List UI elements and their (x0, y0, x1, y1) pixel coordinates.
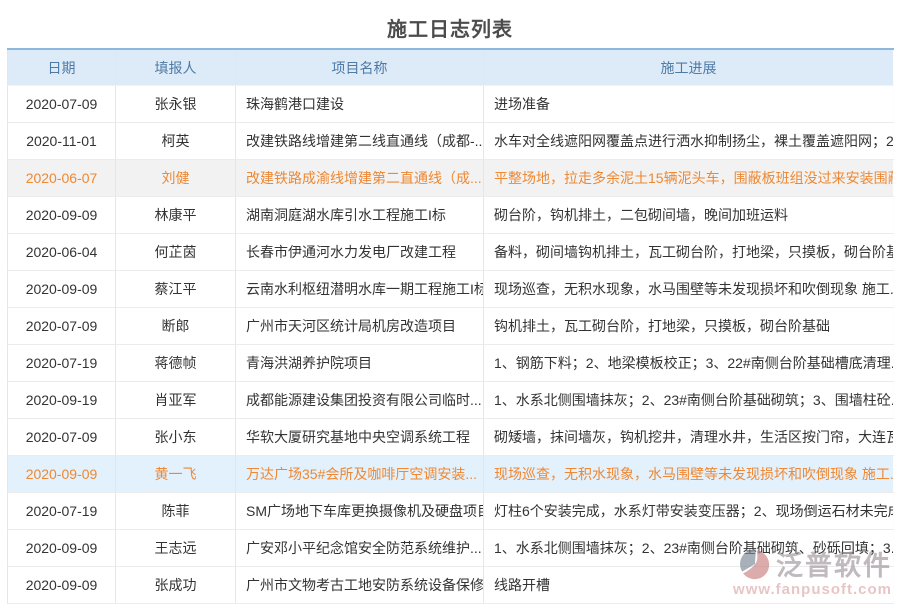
cell-date: 2020-07-19 (8, 493, 116, 530)
cell-project-link[interactable]: 长春市伊通河水力发电厂改建工程 (236, 234, 484, 271)
table-row[interactable]: 2020-06-07刘健改建铁路成渝线增建第二直通线（成...平整场地，拉走多余… (8, 160, 894, 197)
cell-date: 2020-06-04 (8, 234, 116, 271)
col-header-progress: 施工进展 (484, 49, 894, 86)
col-header-date: 日期 (8, 49, 116, 86)
cell-progress: 砌台阶，钩机排土，二包砌间墙，晚间加班运料 (484, 197, 894, 234)
cell-project-link[interactable]: 万达广场35#会所及咖啡厅空调安装... (236, 456, 484, 493)
table-body: 2020-07-09张永银珠海鹤港口建设进场准备2020-11-01柯英改建铁路… (8, 86, 894, 604)
cell-progress: 1、钢筋下料；2、地梁模板校正；3、22#南侧台阶基础槽底清理... (484, 345, 894, 382)
cell-date: 2020-09-09 (8, 567, 116, 604)
table-row[interactable]: 2020-09-09黄一飞万达广场35#会所及咖啡厅空调安装...现场巡查，无积… (8, 456, 894, 493)
cell-project-link[interactable]: 改建铁路线增建第二线直通线（成都-... (236, 123, 484, 160)
table-row[interactable]: 2020-09-19肖亚军成都能源建设集团投资有限公司临时...1、水系北侧围墙… (8, 382, 894, 419)
cell-reporter-link[interactable]: 黄一飞 (116, 456, 236, 493)
col-header-reporter: 填报人 (116, 49, 236, 86)
cell-reporter-link[interactable]: 王志远 (116, 530, 236, 567)
cell-progress: 水车对全线遮阳网覆盖点进行洒水抑制扬尘，裸土覆盖遮阳网；2... (484, 123, 894, 160)
construction-log-table: 日期 填报人 项目名称 施工进展 2020-07-09张永银珠海鹤港口建设进场准… (7, 48, 894, 604)
cell-progress: 现场巡查，无积水现象，水马围壁等未发现损坏和吹倒现象 施工... (484, 271, 894, 308)
cell-date: 2020-07-09 (8, 308, 116, 345)
page-title: 施工日志列表 (0, 0, 900, 47)
cell-reporter-link[interactable]: 张永银 (116, 86, 236, 123)
cell-progress: 线路开槽 (484, 567, 894, 604)
cell-progress: 现场巡查，无积水现象，水马围壁等未发现损坏和吹倒现象 施工... (484, 456, 894, 493)
cell-reporter-link[interactable]: 张小东 (116, 419, 236, 456)
table-row[interactable]: 2020-09-09蔡江平云南水利枢纽潜明水库一期工程施工I标现场巡查，无积水现… (8, 271, 894, 308)
cell-reporter-link[interactable]: 肖亚军 (116, 382, 236, 419)
cell-project-link[interactable]: 珠海鹤港口建设 (236, 86, 484, 123)
cell-project-link[interactable]: 改建铁路成渝线增建第二直通线（成... (236, 160, 484, 197)
cell-progress: 砌矮墙，抹间墙灰，钩机挖井，清理水井，生活区按门帘，大连瓦... (484, 419, 894, 456)
cell-project-link[interactable]: 华软大厦研究基地中央空调系统工程 (236, 419, 484, 456)
col-header-project: 项目名称 (236, 49, 484, 86)
cell-date: 2020-06-07 (8, 160, 116, 197)
table-row[interactable]: 2020-07-09断郎广州市天河区统计局机房改造项目钩机排土，瓦工砌台阶，打地… (8, 308, 894, 345)
cell-reporter-link[interactable]: 陈菲 (116, 493, 236, 530)
cell-project-link[interactable]: 青海洪湖养护院项目 (236, 345, 484, 382)
table-row[interactable]: 2020-07-09张小东华软大厦研究基地中央空调系统工程砌矮墙，抹间墙灰，钩机… (8, 419, 894, 456)
cell-date: 2020-07-09 (8, 86, 116, 123)
cell-project-link[interactable]: 云南水利枢纽潜明水库一期工程施工I标 (236, 271, 484, 308)
table-header-row: 日期 填报人 项目名称 施工进展 (8, 49, 894, 86)
cell-progress: 1、水系北侧围墙抹灰；2、23#南侧台阶基础砌筑、砂砾回填；3... (484, 530, 894, 567)
cell-reporter-link[interactable]: 何芷茵 (116, 234, 236, 271)
cell-project-link[interactable]: 广州市天河区统计局机房改造项目 (236, 308, 484, 345)
cell-progress: 进场准备 (484, 86, 894, 123)
cell-date: 2020-09-09 (8, 530, 116, 567)
cell-date: 2020-07-19 (8, 345, 116, 382)
table-row[interactable]: 2020-07-19蒋德帧青海洪湖养护院项目1、钢筋下料；2、地梁模板校正；3、… (8, 345, 894, 382)
cell-progress: 灯柱6个安装完成，水系灯带安装变压器；2、现场倒运石材未完成... (484, 493, 894, 530)
table-row[interactable]: 2020-11-01柯英改建铁路线增建第二线直通线（成都-...水车对全线遮阳网… (8, 123, 894, 160)
cell-date: 2020-09-09 (8, 271, 116, 308)
table-row[interactable]: 2020-09-09张成功广州市文物考古工地安防系统设备保修线路开槽 (8, 567, 894, 604)
cell-reporter-link[interactable]: 蔡江平 (116, 271, 236, 308)
table-row[interactable]: 2020-07-09张永银珠海鹤港口建设进场准备 (8, 86, 894, 123)
table-row[interactable]: 2020-09-09王志远广安邓小平纪念馆安全防范系统维护...1、水系北侧围墙… (8, 530, 894, 567)
table-row[interactable]: 2020-06-04何芷茵长春市伊通河水力发电厂改建工程备料，砌间墙钩机排土，瓦… (8, 234, 894, 271)
cell-project-link[interactable]: 湖南洞庭湖水库引水工程施工I标 (236, 197, 484, 234)
cell-reporter-link[interactable]: 林康平 (116, 197, 236, 234)
cell-date: 2020-07-09 (8, 419, 116, 456)
cell-reporter-link[interactable]: 断郎 (116, 308, 236, 345)
cell-reporter-link[interactable]: 刘健 (116, 160, 236, 197)
cell-project-link[interactable]: SM广场地下车库更换摄像机及硬盘项目 (236, 493, 484, 530)
cell-reporter-link[interactable]: 蒋德帧 (116, 345, 236, 382)
cell-reporter-link[interactable]: 张成功 (116, 567, 236, 604)
cell-project-link[interactable]: 成都能源建设集团投资有限公司临时... (236, 382, 484, 419)
cell-date: 2020-09-19 (8, 382, 116, 419)
cell-date: 2020-09-09 (8, 456, 116, 493)
cell-progress: 钩机排土，瓦工砌台阶，打地梁，只摸板，砌台阶基础 (484, 308, 894, 345)
cell-progress: 平整场地，拉走多余泥土15辆泥头车，围蔽板班组没过来安装围蔽... (484, 160, 894, 197)
table-row[interactable]: 2020-09-09林康平湖南洞庭湖水库引水工程施工I标砌台阶，钩机排土，二包砌… (8, 197, 894, 234)
cell-progress: 备料，砌间墙钩机排土，瓦工砌台阶，打地梁，只摸板，砌台阶基... (484, 234, 894, 271)
cell-date: 2020-09-09 (8, 197, 116, 234)
table-row[interactable]: 2020-07-19陈菲SM广场地下车库更换摄像机及硬盘项目灯柱6个安装完成，水… (8, 493, 894, 530)
cell-project-link[interactable]: 广州市文物考古工地安防系统设备保修 (236, 567, 484, 604)
cell-reporter-link[interactable]: 柯英 (116, 123, 236, 160)
cell-project-link[interactable]: 广安邓小平纪念馆安全防范系统维护... (236, 530, 484, 567)
cell-progress: 1、水系北侧围墙抹灰；2、23#南侧台阶基础砌筑；3、围墙柱砼... (484, 382, 894, 419)
cell-date: 2020-11-01 (8, 123, 116, 160)
